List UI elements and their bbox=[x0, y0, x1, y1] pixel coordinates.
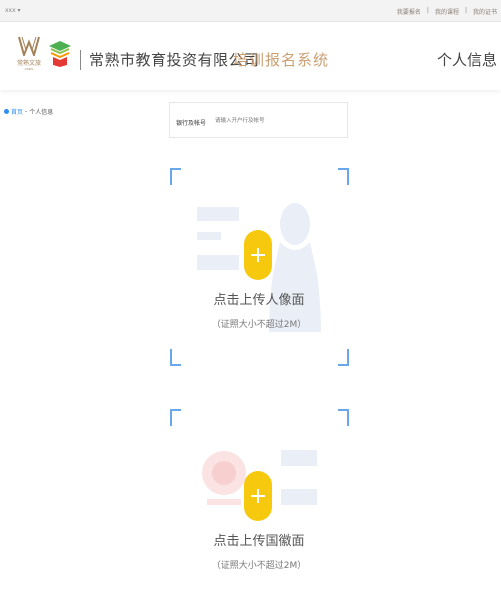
breadcrumb-separator: - bbox=[25, 108, 28, 115]
divider: | bbox=[426, 7, 429, 14]
logo-subtext: CSWL bbox=[24, 67, 34, 71]
logo-text: 常熟文旅 bbox=[16, 60, 41, 67]
link-my-certificates[interactable]: 我的证书 bbox=[473, 7, 497, 16]
frame-corner bbox=[170, 409, 181, 426]
upload-portrait-title[interactable]: 点击上传人像面 bbox=[169, 289, 349, 308]
breadcrumb: 首页 - 个人信息 bbox=[4, 107, 53, 116]
upload-emblem-title[interactable]: 点击上传国徽面 bbox=[169, 530, 349, 549]
frame-corner bbox=[338, 349, 349, 366]
user-menu[interactable]: xxx ▾ bbox=[5, 7, 21, 14]
link-enroll[interactable]: 我要报名 bbox=[397, 7, 421, 16]
frame-corner bbox=[170, 349, 181, 366]
add-portrait-button[interactable] bbox=[244, 230, 272, 280]
plus-icon-vertical bbox=[257, 489, 259, 503]
add-emblem-button[interactable] bbox=[244, 471, 272, 521]
header: 常熟文旅 CSWL 常熟市教育投资有限公司 培训报名系统 个人信息 bbox=[0, 22, 501, 90]
education-logo-icon[interactable] bbox=[48, 40, 72, 68]
divider: | bbox=[464, 7, 467, 14]
header-divider bbox=[80, 50, 81, 70]
frame-corner bbox=[338, 168, 349, 185]
plus-icon-vertical bbox=[257, 248, 259, 262]
breadcrumb-current: 个人信息 bbox=[29, 109, 54, 116]
logo-w-icon bbox=[18, 36, 40, 56]
frame-corner bbox=[170, 168, 181, 185]
user-info-link[interactable]: 个人信息 bbox=[437, 49, 497, 70]
culture-tourism-logo[interactable]: 常熟文旅 CSWL bbox=[14, 36, 44, 80]
upload-portrait-hint: （证照大小不超过2M） bbox=[211, 320, 307, 330]
top-links: 我要报名 | 我的课程 | 我的证书 bbox=[397, 7, 497, 16]
location-dot-icon bbox=[4, 109, 9, 114]
link-my-courses[interactable]: 我的课程 bbox=[435, 7, 459, 16]
system-name: 培训报名系统 bbox=[233, 51, 330, 69]
breadcrumb-home[interactable]: 首页 bbox=[11, 107, 23, 116]
bank-account-input[interactable] bbox=[215, 116, 335, 126]
upload-emblem-hint: （证照大小不超过2M） bbox=[211, 561, 307, 571]
frame-corner bbox=[338, 409, 349, 426]
upload-portrait-side[interactable]: 点击上传人像面 （证照大小不超过2M） bbox=[169, 168, 349, 366]
upload-emblem-side[interactable]: 点击上传国徽面 （证照大小不超过2M） bbox=[169, 409, 349, 607]
top-bar: xxx ▾ 我要报名 | 我的课程 | 我的证书 bbox=[0, 0, 501, 22]
bank-account-row: 银行及帐号 bbox=[169, 102, 348, 138]
bank-account-label: 银行及帐号 bbox=[176, 120, 207, 127]
